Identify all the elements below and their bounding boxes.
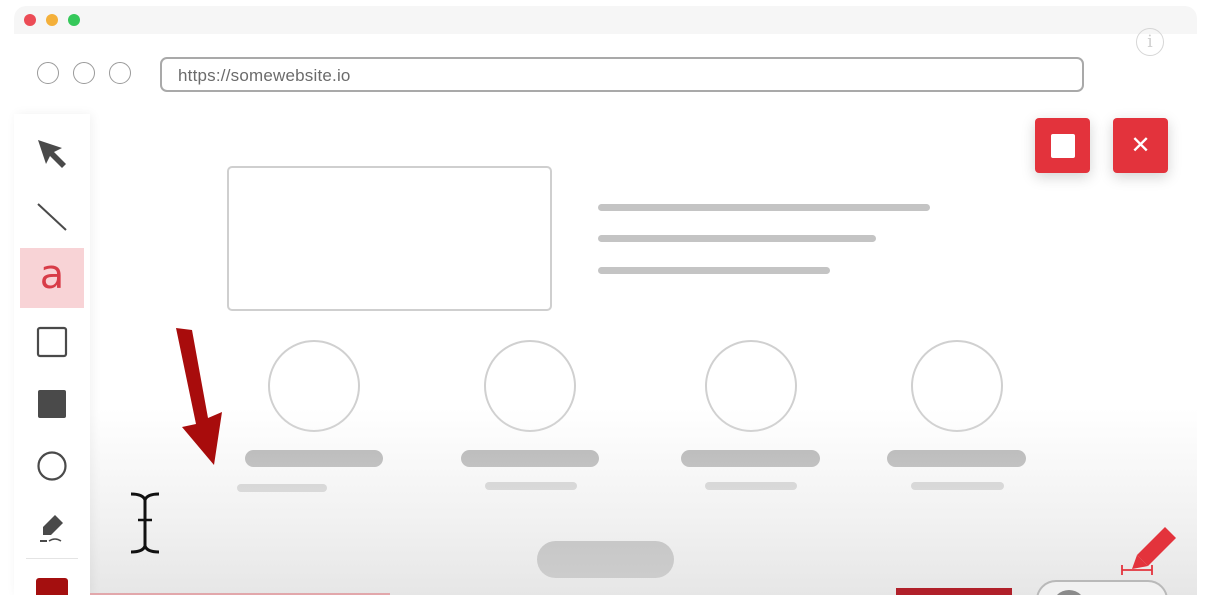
bottom-red-bar [896, 588, 1012, 595]
user-pill[interactable] [1036, 580, 1168, 595]
user-avatar [1052, 590, 1086, 595]
pencil-icon[interactable] [1121, 527, 1176, 575]
screen: i https://somewebsite.io a ✕ [0, 0, 1225, 595]
drawn-arrow-annotation [176, 328, 222, 465]
annotation-layer [130, 328, 1176, 575]
text-cursor-icon [130, 492, 160, 554]
